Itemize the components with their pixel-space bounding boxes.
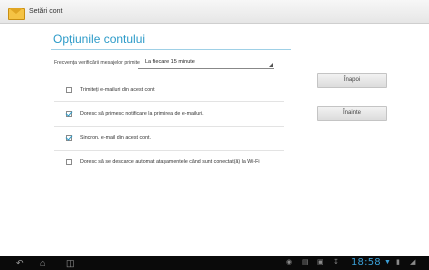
keyboard-icon[interactable]: ▤	[302, 259, 309, 267]
page-title: Opțiunile contului	[53, 32, 146, 46]
back-icon[interactable]: ↶	[16, 258, 24, 268]
send-email-label: Trimiteți e-mailuri din acest cont	[80, 87, 155, 93]
send-email-checkbox[interactable]	[66, 87, 72, 93]
download-icon[interactable]: ↧	[333, 259, 339, 267]
recent-apps-icon[interactable]: ◫	[66, 258, 75, 268]
divider	[54, 101, 284, 102]
option-row-send-email[interactable]: Trimiteți e-mailuri din acest cont	[66, 85, 155, 95]
notify-checkbox[interactable]	[66, 111, 72, 117]
home-icon[interactable]: ⌂	[40, 258, 45, 268]
window-title: Setări cont	[29, 8, 63, 15]
sync-label: Sincron. e-mail din acest cont.	[80, 135, 151, 141]
attachments-checkbox[interactable]	[66, 159, 72, 165]
title-bar: Setări cont	[0, 0, 429, 24]
notify-label: Doresc să primesc notificare la primirea…	[80, 111, 204, 117]
battery-icon: ▮	[396, 259, 400, 266]
sync-checkbox[interactable]	[66, 135, 72, 141]
frequency-label: Frecvența verificării mesajelor primite	[54, 60, 140, 66]
gallery-icon[interactable]: ▣	[317, 259, 324, 267]
email-icon	[8, 5, 25, 20]
option-row-notify[interactable]: Doresc să primesc notificare la primirea…	[66, 109, 204, 119]
account-options-panel: Opțiunile contului Frecvența verificării…	[11, 29, 419, 251]
gamepad-icon[interactable]: ◉	[286, 259, 292, 267]
dropdown-corner-icon	[269, 63, 273, 67]
signal-icon: ◢	[410, 259, 416, 266]
frequency-value: La fiecare 15 minute	[145, 59, 195, 65]
back-button[interactable]: Înapoi	[317, 73, 387, 88]
wifi-icon: ▼	[384, 259, 391, 266]
option-row-sync[interactable]: Sincron. e-mail din acest cont.	[66, 133, 151, 143]
attachments-label: Doresc să se descarce automat atașamente…	[80, 159, 260, 165]
divider	[54, 150, 284, 151]
next-button[interactable]: Înainte	[317, 106, 387, 121]
divider	[54, 126, 284, 127]
frequency-select[interactable]: La fiecare 15 minute	[138, 57, 274, 69]
option-row-attachments[interactable]: Doresc să se descarce automat atașamente…	[66, 157, 260, 167]
system-bar: ↶ ⌂ ◫ ◉ ▤ ▣ ↧ 18:58 ▼ ▮ ◢	[0, 256, 429, 270]
clock: 18:58	[351, 257, 381, 268]
title-divider	[51, 49, 291, 50]
